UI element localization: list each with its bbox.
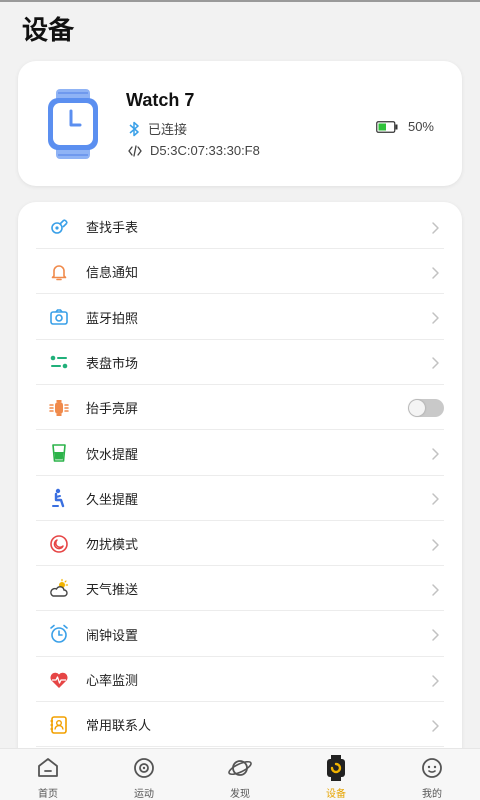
mac-address: D5:3C:07:33:30:F8 xyxy=(150,143,260,158)
chevron-right-icon xyxy=(428,673,442,687)
nav-item-label: 我的 xyxy=(422,789,442,800)
device-card[interactable]: Watch 7 已连接 D5:3C:07:33:30:F8 50% xyxy=(18,61,462,186)
contacts-icon xyxy=(46,712,72,738)
raise-wrist-icon xyxy=(46,395,72,421)
chevron-right-icon xyxy=(428,627,442,641)
menu-item-label: 饮水提醒 xyxy=(86,447,139,463)
code-icon xyxy=(128,144,142,157)
battery-icon xyxy=(376,120,398,133)
menu-item-label: 天气推送 xyxy=(86,583,139,599)
chevron-right-icon xyxy=(428,446,442,460)
device-name: Watch 7 xyxy=(126,90,195,110)
nav-item[interactable]: 设备 xyxy=(288,749,384,800)
menu-item-label: 常用联系人 xyxy=(86,719,152,735)
chevron-right-icon xyxy=(428,491,442,506)
device-icon xyxy=(323,755,349,781)
do-not-disturb-icon xyxy=(46,531,72,557)
toggle-switch[interactable] xyxy=(408,398,444,417)
exercise-icon xyxy=(131,755,157,781)
nav-item[interactable]: 发现 xyxy=(192,749,288,800)
nav-item-label: 首页 xyxy=(38,789,58,800)
menu-item[interactable]: 饮水提醒 xyxy=(36,431,444,476)
profile-icon xyxy=(419,755,445,781)
chevron-right-icon xyxy=(428,582,442,596)
bottom-nav: 首页 运动 发现 设备 我的 xyxy=(0,748,480,800)
menu-item[interactable]: 表盘市场 xyxy=(36,340,444,385)
watch-icon xyxy=(48,89,98,159)
menu-item-label: 久坐提醒 xyxy=(86,492,139,508)
chevron-right-icon xyxy=(428,718,442,732)
camera-icon xyxy=(46,304,72,330)
settings-menu: 查找手表信息通知蓝牙拍照表盘市场抬手亮屏饮水提醒久坐提醒勿扰模式天气推送闹钟设置… xyxy=(18,202,462,800)
menu-item-label: 心率监测 xyxy=(86,674,139,689)
nav-item-label: 设备 xyxy=(326,789,346,800)
toggle-knob xyxy=(409,399,425,416)
chevron-right-icon xyxy=(428,265,442,279)
menu-item[interactable]: 抬手亮屏 xyxy=(36,385,444,431)
home-icon xyxy=(35,755,61,781)
menu-item[interactable]: 信息通知 xyxy=(36,249,444,295)
menu-item-label: 闹钟设置 xyxy=(86,628,139,644)
menu-item-label: 查找手表 xyxy=(86,221,139,236)
chevron-right-icon xyxy=(428,310,442,324)
heart-rate-icon xyxy=(46,667,72,693)
menu-item[interactable]: 心率监测 xyxy=(36,657,444,702)
battery-indicator: 50% xyxy=(376,119,434,134)
menu-item-label: 表盘市场 xyxy=(86,356,139,372)
menu-item-label: 信息通知 xyxy=(86,266,139,282)
menu-item[interactable]: 久坐提醒 xyxy=(36,476,444,521)
bell-icon xyxy=(46,259,72,285)
bluetooth-status: 已连接 xyxy=(148,123,188,138)
menu-item[interactable]: 天气推送 xyxy=(36,566,444,612)
drink-water-icon xyxy=(46,440,72,466)
mac-row: D5:3C:07:33:30:F8 xyxy=(128,143,260,158)
bluetooth-icon xyxy=(129,121,139,136)
chevron-right-icon xyxy=(428,537,442,551)
status-line xyxy=(0,0,480,2)
nav-item[interactable]: 我的 xyxy=(384,749,480,800)
nav-item-label: 发现 xyxy=(230,789,250,800)
battery-percent: 50% xyxy=(407,119,434,134)
menu-item-label: 蓝牙拍照 xyxy=(86,311,139,327)
dial-market-icon xyxy=(46,349,72,375)
chevron-right-icon xyxy=(428,220,442,234)
menu-item[interactable]: 勿扰模式 xyxy=(36,521,444,567)
bluetooth-status-row: 已连接 xyxy=(128,119,187,138)
find-watch-icon xyxy=(46,214,72,240)
menu-item[interactable]: 闹钟设置 xyxy=(36,612,444,657)
nav-item[interactable]: 首页 xyxy=(0,749,96,800)
page-title: 设备 xyxy=(22,16,75,46)
chevron-right-icon xyxy=(428,355,442,370)
weather-icon xyxy=(46,576,72,602)
alarm-clock-icon xyxy=(46,621,72,647)
menu-item[interactable]: 查找手表 xyxy=(36,204,444,249)
menu-item[interactable]: 蓝牙拍照 xyxy=(36,295,444,340)
nav-item[interactable]: 运动 xyxy=(96,749,192,800)
menu-item-label: 勿扰模式 xyxy=(86,538,139,554)
planet-icon xyxy=(227,755,253,781)
nav-item-label: 运动 xyxy=(134,789,154,800)
menu-item-label: 抬手亮屏 xyxy=(86,402,139,418)
sedentary-icon xyxy=(46,485,72,511)
menu-item[interactable]: 常用联系人 xyxy=(36,702,444,748)
